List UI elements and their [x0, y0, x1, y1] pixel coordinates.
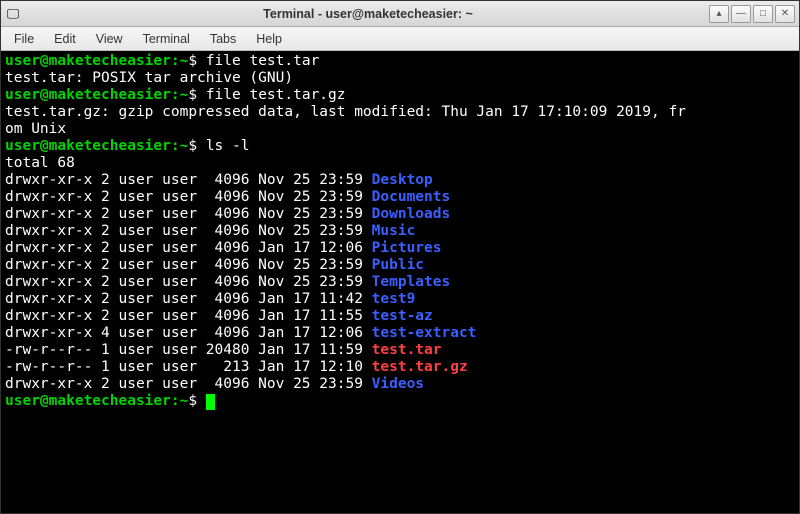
prompt-colon: : [171, 138, 180, 154]
ls-name: test-extract [372, 325, 477, 341]
ls-name: Templates [372, 274, 451, 290]
ls-row: drwxr-xr-x 2 user user 4096 Jan 17 11:55… [5, 308, 795, 325]
ls-row: drwxr-xr-x 4 user user 4096 Jan 17 12:06… [5, 325, 795, 342]
ls-row: drwxr-xr-x 2 user user 4096 Nov 25 23:59… [5, 274, 795, 291]
ls-name: test.tar [372, 342, 442, 358]
ls-perms: -rw-r--r-- 1 user user 20480 Jan 17 11:5… [5, 342, 372, 358]
prompt-symbol: $ [188, 87, 205, 103]
ls-row: drwxr-xr-x 2 user user 4096 Jan 17 12:06… [5, 240, 795, 257]
command: ls -l [206, 138, 250, 154]
prompt-user: user@maketecheasier [5, 138, 171, 154]
ls-perms: drwxr-xr-x 2 user user 4096 Nov 25 23:59 [5, 206, 372, 222]
terminal-line: user@maketecheasier:~$ ls -l [5, 138, 795, 155]
ls-perms: drwxr-xr-x 2 user user 4096 Nov 25 23:59 [5, 172, 372, 188]
menu-file[interactable]: File [7, 30, 41, 48]
ls-perms: drwxr-xr-x 2 user user 4096 Jan 17 11:42 [5, 291, 372, 307]
ls-perms: drwxr-xr-x 2 user user 4096 Nov 25 23:59 [5, 376, 372, 392]
ls-perms: drwxr-xr-x 2 user user 4096 Nov 25 23:59 [5, 257, 372, 273]
cursor [206, 394, 215, 410]
minimize-button[interactable]: — [731, 5, 751, 23]
terminal-line: total 68 [5, 155, 795, 172]
ls-perms: drwxr-xr-x 2 user user 4096 Nov 25 23:59 [5, 223, 372, 239]
terminal-line: test.tar: POSIX tar archive (GNU) [5, 70, 795, 87]
terminal-line: om Unix [5, 121, 795, 138]
titlebar: 🖵 Terminal - user@maketecheasier: ~ ▴ — … [1, 1, 799, 27]
prompt-user: user@maketecheasier [5, 393, 171, 409]
ls-perms: drwxr-xr-x 4 user user 4096 Jan 17 12:06 [5, 325, 372, 341]
ls-name: Music [372, 223, 416, 239]
terminal-line: user@maketecheasier:~$ file test.tar.gz [5, 87, 795, 104]
terminal-line: user@maketecheasier:~$ file test.tar [5, 53, 795, 70]
ls-name: Public [372, 257, 424, 273]
close-button[interactable]: ✕ [775, 5, 795, 23]
ls-row: -rw-r--r-- 1 user user 20480 Jan 17 11:5… [5, 342, 795, 359]
ls-row: drwxr-xr-x 2 user user 4096 Nov 25 23:59… [5, 257, 795, 274]
ls-name: test.tar.gz [372, 359, 468, 375]
prompt-symbol: $ [188, 138, 205, 154]
menu-edit[interactable]: Edit [47, 30, 83, 48]
ls-row: drwxr-xr-x 2 user user 4096 Nov 25 23:59… [5, 376, 795, 393]
ls-row: drwxr-xr-x 2 user user 4096 Nov 25 23:59… [5, 189, 795, 206]
prompt-user: user@maketecheasier [5, 87, 171, 103]
prompt-symbol: $ [188, 53, 205, 69]
ls-row: drwxr-xr-x 2 user user 4096 Nov 25 23:59… [5, 206, 795, 223]
command: file test.tar.gz [206, 87, 346, 103]
ls-perms: drwxr-xr-x 2 user user 4096 Nov 25 23:59 [5, 189, 372, 205]
maximize-button[interactable]: □ [753, 5, 773, 23]
window-controls: ▴ — □ ✕ [709, 5, 795, 23]
ls-name: Desktop [372, 172, 433, 188]
menu-tabs[interactable]: Tabs [203, 30, 243, 48]
command: file test.tar [206, 53, 320, 69]
terminal-line: user@maketecheasier:~$ [5, 393, 795, 410]
ls-name: Downloads [372, 206, 451, 222]
ls-perms: -rw-r--r-- 1 user user 213 Jan 17 12:10 [5, 359, 372, 375]
menu-terminal[interactable]: Terminal [136, 30, 197, 48]
ls-perms: drwxr-xr-x 2 user user 4096 Jan 17 11:55 [5, 308, 372, 324]
ls-name: test-az [372, 308, 433, 324]
menu-help[interactable]: Help [249, 30, 289, 48]
menu-view[interactable]: View [89, 30, 130, 48]
ls-perms: drwxr-xr-x 2 user user 4096 Jan 17 12:06 [5, 240, 372, 256]
prompt-user: user@maketecheasier [5, 53, 171, 69]
ls-row: drwxr-xr-x 2 user user 4096 Jan 17 11:42… [5, 291, 795, 308]
ls-name: test9 [372, 291, 416, 307]
terminal-icon: 🖵 [5, 6, 21, 22]
prompt-symbol: $ [188, 393, 205, 409]
menubar: File Edit View Terminal Tabs Help [1, 27, 799, 51]
window-title: Terminal - user@maketecheasier: ~ [27, 7, 709, 21]
terminal-line: test.tar.gz: gzip compressed data, last … [5, 104, 795, 121]
prompt-colon: : [171, 393, 180, 409]
ls-name: Documents [372, 189, 451, 205]
window-up-button[interactable]: ▴ [709, 5, 729, 23]
ls-name: Videos [372, 376, 424, 392]
prompt-colon: : [171, 53, 180, 69]
ls-name: Pictures [372, 240, 442, 256]
ls-row: -rw-r--r-- 1 user user 213 Jan 17 12:10 … [5, 359, 795, 376]
prompt-colon: : [171, 87, 180, 103]
ls-perms: drwxr-xr-x 2 user user 4096 Nov 25 23:59 [5, 274, 372, 290]
ls-row: drwxr-xr-x 2 user user 4096 Nov 25 23:59… [5, 172, 795, 189]
ls-row: drwxr-xr-x 2 user user 4096 Nov 25 23:59… [5, 223, 795, 240]
terminal-output[interactable]: user@maketecheasier:~$ file test.tartest… [1, 51, 799, 513]
